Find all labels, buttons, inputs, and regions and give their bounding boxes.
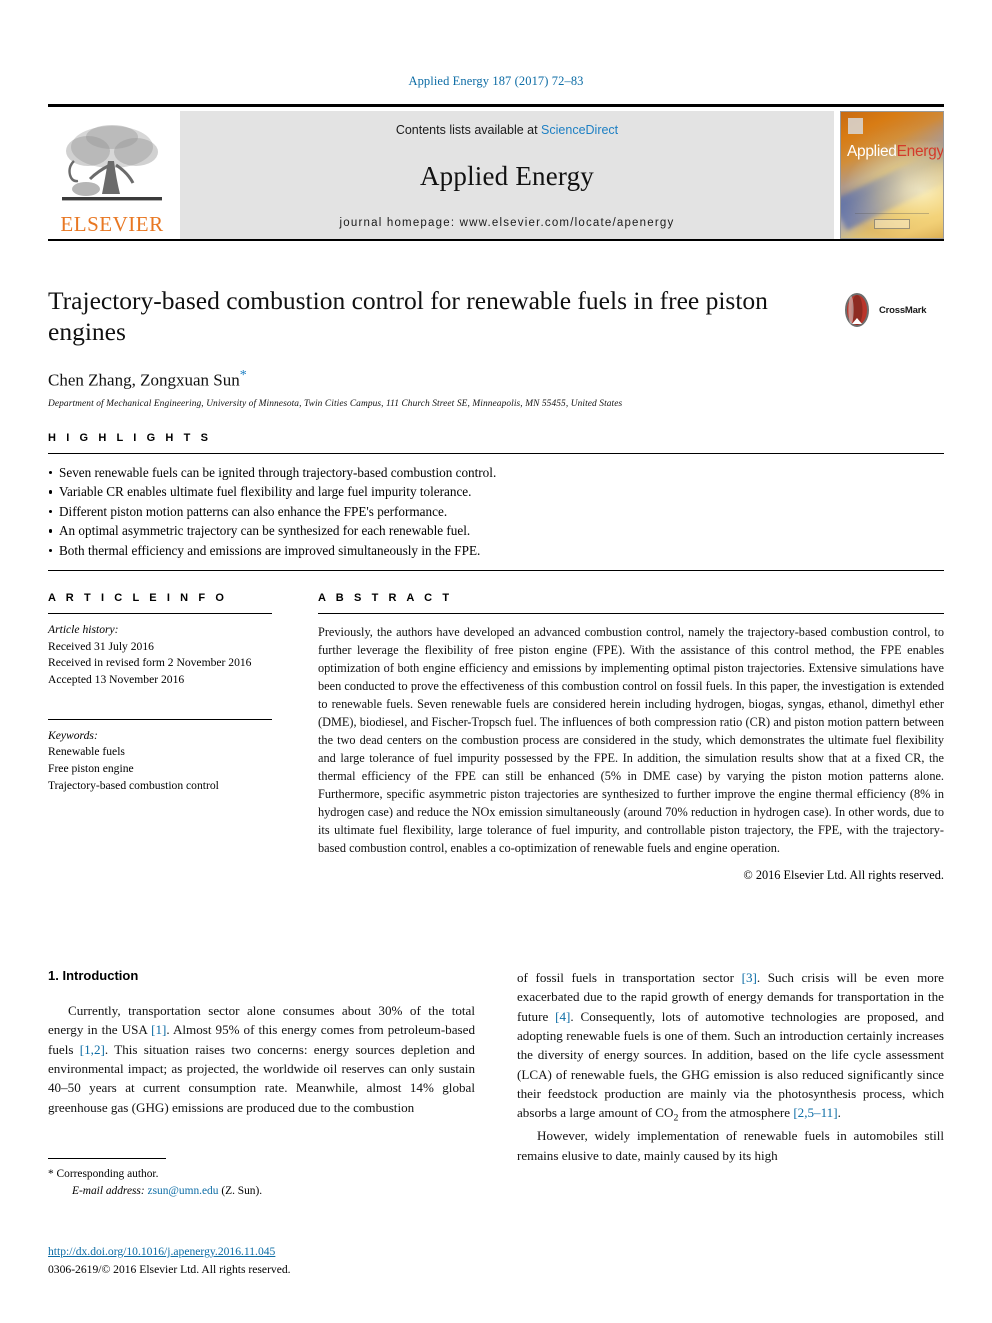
section-heading-introduction: 1. Introduction	[48, 968, 139, 983]
copyright-line: © 2016 Elsevier Ltd. All rights reserved…	[743, 868, 944, 882]
article-info-heading: A R T I C L E I N F O	[48, 592, 228, 604]
corresponding-author-note: * Corresponding author.	[48, 1168, 159, 1180]
list-item: Different piston motion patterns can als…	[48, 502, 944, 521]
intro-text-d: of fossil fuels in transportation sector	[517, 970, 742, 985]
list-item: Variable CR enables ultimate fuel flexib…	[48, 482, 944, 501]
crossmark-icon	[845, 293, 869, 327]
intro-text-g: from the atmosphere	[678, 1105, 794, 1121]
elsevier-wordmark: ELSEVIER	[60, 211, 164, 236]
keyword-item: Renewable fuels	[48, 745, 125, 759]
intro-paragraph-right-2: However, widely implementation of renewa…	[517, 1128, 944, 1163]
running-head: Applied Energy 187 (2017) 72–83	[408, 74, 584, 88]
masthead-center: Contents lists available at ScienceDirec…	[180, 110, 834, 239]
article-info-column: A R T I C L E I N F O Article history: R…	[48, 592, 296, 883]
history-accepted: Accepted 13 November 2016	[48, 673, 185, 687]
body-left-column: 1. Introduction Currently, transportatio…	[48, 968, 475, 1165]
cover-footer-box	[874, 218, 910, 229]
journal-title: Applied Energy	[419, 161, 594, 192]
footnote-block: * Corresponding author. E-mail address: …	[48, 1158, 475, 1200]
email-link[interactable]: zsun@umn.edu	[148, 1185, 219, 1197]
masthead-top-rule	[48, 104, 944, 107]
journal-homepage[interactable]: journal homepage: www.elsevier.com/locat…	[340, 217, 675, 229]
highlights-section: H I G H L I G H T S Seven renewable fuel…	[48, 432, 944, 572]
highlights-bottom-rule	[48, 570, 944, 572]
article-history-block: Article history: Received 31 July 2016 R…	[48, 614, 272, 689]
corresponding-author-marker: *	[239, 367, 247, 383]
elsevier-logo: ELSEVIER	[48, 111, 176, 239]
highlights-heading: H I G H L I G H T S	[48, 432, 212, 444]
footnote-rule	[48, 1158, 166, 1159]
cover-title-applied: Applied	[847, 142, 897, 160]
citation-4[interactable]: [4]	[555, 1009, 570, 1024]
page-title: Trajectory-based combustion control for …	[48, 286, 768, 346]
elsevier-tree-icon	[62, 124, 162, 200]
keywords-block: Keywords: Renewable fuels Free piston en…	[48, 720, 272, 795]
intro-text-c: . This situation raises two concerns: en…	[48, 1041, 475, 1115]
body-columns: 1. Introduction Currently, transportatio…	[48, 968, 944, 1165]
cover-title-energy: Energy	[896, 142, 944, 160]
sciencedirect-link[interactable]: ScienceDirect	[541, 123, 618, 137]
highlights-list: Seven renewable fuels can be ignited thr…	[48, 454, 944, 570]
citation-2-5-11[interactable]: [2,5–11]	[793, 1105, 837, 1120]
email-note: E-mail address: zsun@umn.edu (Z. Sun).	[48, 1183, 475, 1200]
cover-title: AppliedEnergy	[847, 142, 944, 161]
contents-available-line: Contents lists available at ScienceDirec…	[396, 123, 618, 137]
intro-paragraph-right: of fossil fuels in transportation sector…	[517, 968, 944, 1126]
doi-link[interactable]: http://dx.doi.org/10.1016/j.apenergy.201…	[48, 1243, 548, 1261]
list-item: An optimal asymmetric trajectory can be …	[48, 521, 944, 540]
abstract-heading: A B S T R A C T	[318, 592, 453, 604]
crossmark-badge[interactable]: CrossMark	[840, 290, 932, 330]
journal-masthead: ELSEVIER Contents lists available at Sci…	[48, 104, 944, 242]
masthead-bottom-rule	[48, 238, 944, 242]
contents-prefix: Contents lists available at	[395, 122, 542, 137]
keyword-item: Trajectory-based combustion control	[48, 778, 219, 792]
email-label: E-mail address:	[72, 1185, 145, 1198]
info-abstract-region: A R T I C L E I N F O Article history: R…	[48, 592, 944, 883]
journal-cover-image: AppliedEnergy	[840, 110, 944, 239]
article-history-label: Article history:	[48, 623, 119, 636]
history-revised: Received in revised form 2 November 2016	[48, 656, 252, 670]
body-right-column: of fossil fuels in transportation sector…	[517, 968, 944, 1165]
intro-text-f: . Consequently, lots of automotive techn…	[517, 1008, 944, 1121]
intro-text-h: .	[837, 1105, 841, 1121]
citation-3[interactable]: [3]	[742, 970, 757, 985]
author-list: Chen Zhang, Zongxuan Sun*	[48, 368, 944, 391]
keywords-label: Keywords:	[48, 728, 98, 742]
abstract-column: A B S T R A C T Previously, the authors …	[296, 592, 944, 883]
article-page: Applied Energy 187 (2017) 72–83 ELSEVIER…	[0, 0, 992, 1323]
affiliation: Department of Mechanical Engineering, Un…	[48, 399, 623, 410]
author-names: Chen Zhang, Zongxuan Sun	[48, 370, 240, 390]
crossmark-label: CrossMark	[879, 304, 927, 316]
citation-1-2[interactable]: [1,2]	[80, 1042, 105, 1057]
cover-elsevier-logo-icon	[848, 117, 863, 134]
list-item: Seven renewable fuels can be ignited thr…	[48, 463, 944, 482]
intro-paragraph-left: Currently, transportation sector alone c…	[48, 1001, 475, 1117]
doi-block: http://dx.doi.org/10.1016/j.apenergy.201…	[48, 1243, 548, 1278]
citation-1[interactable]: [1]	[151, 1022, 166, 1037]
email-suffix: (Z. Sun).	[221, 1185, 263, 1198]
title-block: Trajectory-based combustion control for …	[48, 286, 944, 409]
history-received: Received 31 July 2016	[48, 639, 154, 653]
issn-copyright-line: 0306-2619/© 2016 Elsevier Ltd. All right…	[48, 1262, 291, 1276]
list-item: Both thermal efficiency and emissions ar…	[48, 541, 944, 560]
abstract-text: Previously, the authors have developed a…	[318, 625, 944, 855]
keyword-item: Free piston engine	[48, 762, 134, 776]
